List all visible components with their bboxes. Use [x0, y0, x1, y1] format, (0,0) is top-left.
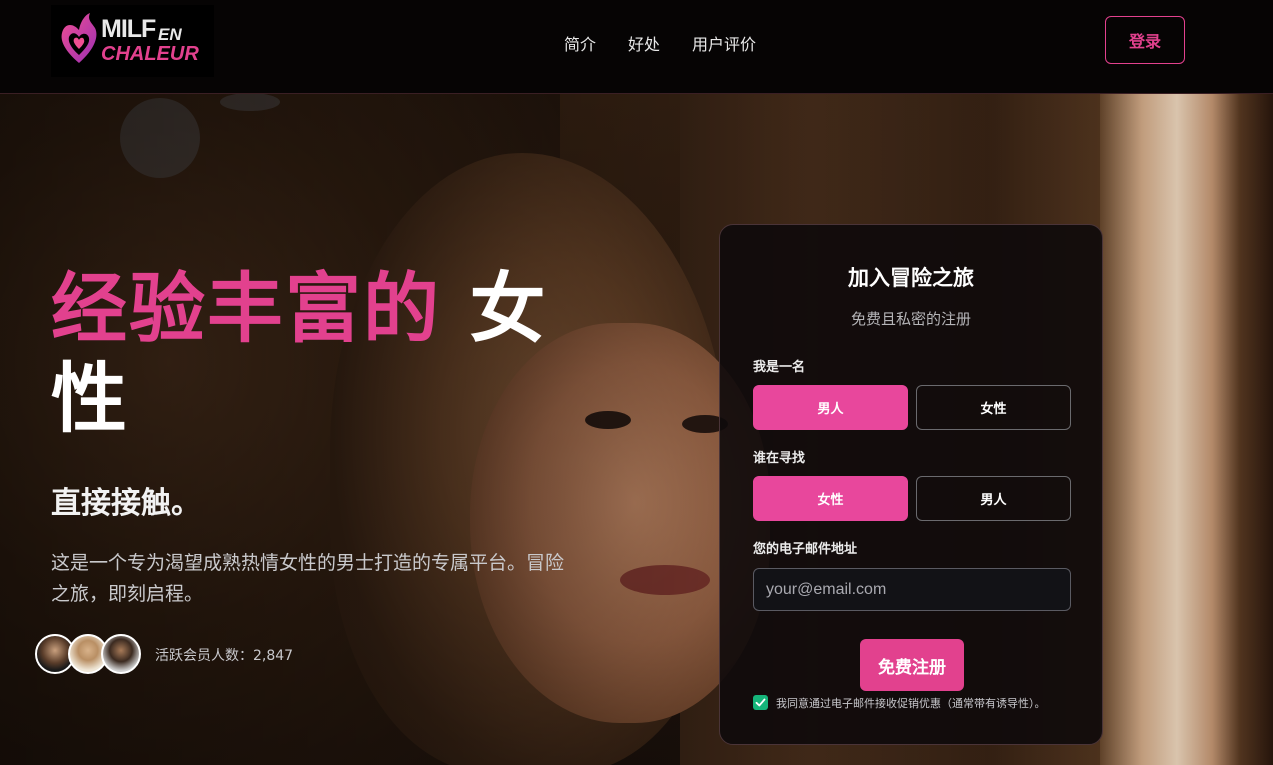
consent-text: 我同意通过电子邮件接收促销优惠（通常带有诱导性）。 — [776, 697, 1046, 710]
logo-text-milf: MILF — [101, 15, 156, 43]
logo-text-en: EN — [158, 25, 182, 44]
seeking-option-woman[interactable]: 女性 — [753, 476, 908, 521]
flame-heart-logo-icon — [61, 13, 97, 63]
active-members-count: 活跃会员人数：2,847 — [155, 648, 294, 664]
consent-checkbox[interactable] — [753, 695, 768, 710]
i-am-label: 我是一名 — [753, 360, 806, 375]
headline-highlight: 经验丰富的 — [51, 264, 441, 353]
member-avatars — [35, 634, 145, 674]
login-button[interactable]: 登录 — [1105, 16, 1185, 64]
free-signup-button[interactable]: 免费注册 — [860, 639, 964, 691]
hero-subheadline: 直接接触。 — [51, 486, 201, 521]
nav-link-benefits[interactable]: 好处 — [628, 31, 660, 55]
form-subtitle: 免费且私密的注册 — [850, 310, 971, 328]
i-am-option-woman[interactable]: 女性 — [916, 385, 1071, 430]
seeking-label: 谁在寻找 — [753, 451, 806, 466]
signup-form-card: 加入冒险之旅 免费且私密的注册 我是一名 男人 女性 谁在寻找 女性 男人 您的… — [719, 224, 1103, 745]
email-label: 您的电子邮件地址 — [753, 542, 858, 557]
logo-text-chaleur: CHALEUR — [101, 43, 199, 65]
form-title: 加入冒险之旅 — [848, 266, 974, 290]
checkmark-icon — [755, 698, 766, 707]
hero-description: 这是一个专为渴望成熟热情女性的男士打造的专属平台。冒险之旅，即刻启程。 — [51, 552, 565, 605]
site-logo[interactable]: MILF EN CHALEUR — [51, 5, 214, 77]
nav-link-reviews[interactable]: 用户评价 — [692, 31, 756, 55]
seeking-option-man[interactable]: 男人 — [916, 476, 1071, 521]
site-header: MILF EN CHALEUR 简介 好处 用户评价 登录 — [0, 0, 1273, 94]
i-am-option-man[interactable]: 男人 — [753, 385, 908, 430]
avatar — [101, 634, 141, 674]
hero-headline: 经验丰富的 女性 — [51, 264, 571, 444]
nav-link-intro[interactable]: 简介 — [564, 31, 596, 55]
email-input[interactable] — [753, 568, 1071, 611]
